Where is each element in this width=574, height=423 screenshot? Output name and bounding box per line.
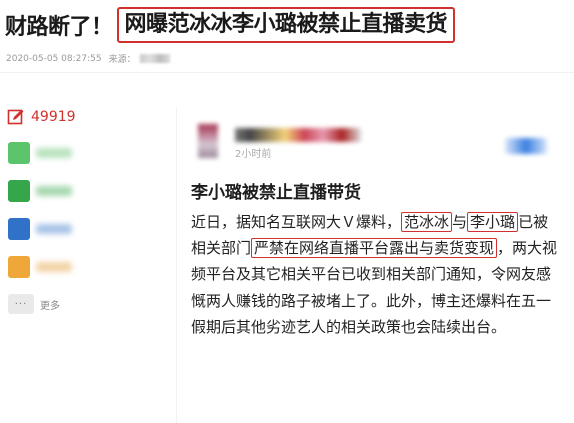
post-body: 近日，据知名互联网大Ｖ爆料， 范冰冰与李小璐 已被相关部门 严禁在网络直播平台露出与卖…	[191, 209, 559, 340]
share-label-blurred	[36, 148, 72, 158]
moments-icon	[8, 180, 30, 202]
highlighted-name: 范冰冰	[401, 212, 453, 232]
headline: 财路断了！ 网曝范冰冰李小璐被禁止直播卖货	[5, 6, 456, 44]
share-label-blurred	[36, 224, 72, 234]
post-timestamp: 2小时前	[235, 149, 272, 160]
more-label: 更多	[40, 300, 60, 312]
post-body-segment: 近日，据知名互联网大Ｖ爆料，	[191, 213, 402, 231]
comment-count: 49919	[31, 109, 76, 125]
headline-boxed-title: 网曝范冰冰李小璐被禁止直播卖货	[116, 7, 456, 43]
share-qzone-button[interactable]	[8, 218, 72, 240]
header-divider	[0, 72, 574, 73]
post-body-segment: 与	[452, 213, 468, 231]
share-more-button[interactable]: ··· 更多	[8, 294, 60, 314]
headline-prefix: 财路断了！	[5, 15, 113, 40]
share-weibo-button[interactable]	[8, 256, 72, 278]
avatar	[198, 124, 218, 158]
highlighted-phrase: 严禁在网络直播平台露出与卖货变现	[251, 238, 498, 259]
follow-button[interactable]	[505, 138, 547, 154]
wechat-icon	[8, 142, 30, 164]
source-name-blurred	[139, 54, 170, 63]
source-label: 来源：	[108, 55, 136, 65]
weibo-icon	[8, 256, 30, 278]
highlighted-name: 李小璐	[467, 212, 519, 232]
embedded-post-card: 2小时前 李小璐被禁止直播带货 近日，据知名互联网大Ｖ爆料， 范冰冰与李小璐 已被相…	[176, 108, 574, 423]
share-label-blurred	[36, 186, 72, 196]
comment-edit-icon	[7, 109, 24, 125]
share-wechat-button[interactable]	[8, 142, 72, 164]
article-meta: 2020-05-05 08:27:55 来源：	[6, 52, 170, 65]
more-dots-icon: ···	[8, 294, 34, 314]
comment-count-button[interactable]: 49919	[7, 108, 76, 126]
publish-date: 2020-05-05 08:27:55	[6, 53, 102, 64]
qzone-icon	[8, 218, 30, 240]
post-title: 李小璐被禁止直播带货	[191, 183, 361, 203]
share-label-blurred	[36, 262, 72, 272]
share-moments-button[interactable]	[8, 180, 72, 202]
username-blurred	[235, 128, 361, 142]
